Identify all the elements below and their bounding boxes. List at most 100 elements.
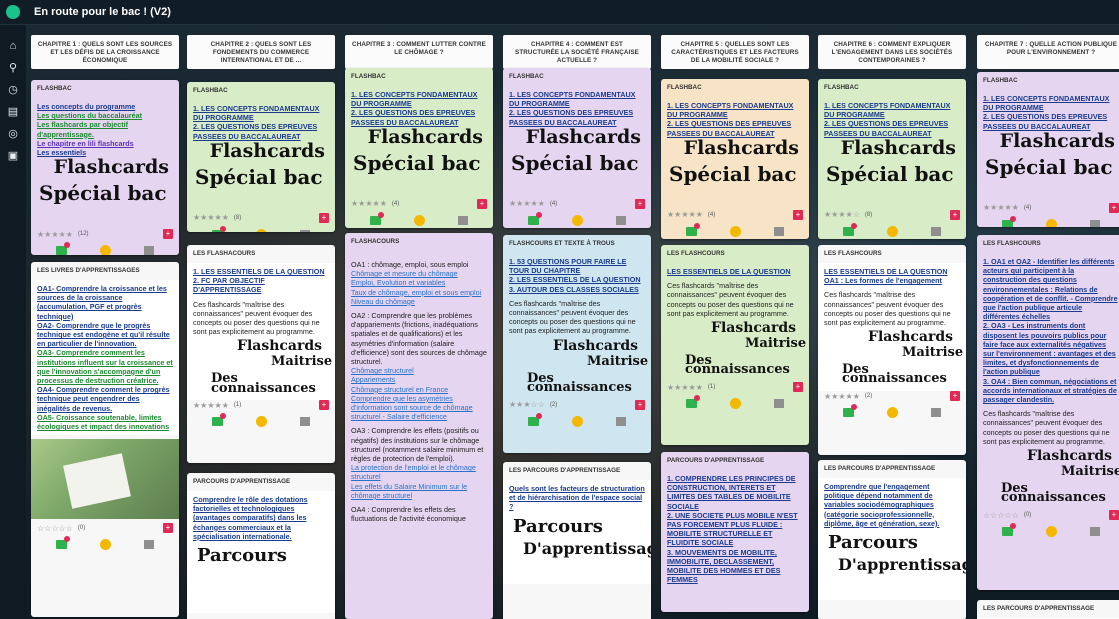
column-header[interactable]: Chapitre 6 : Comment expliquer l'engagem… — [818, 35, 966, 69]
card-link[interactable]: 2. LES ESSENTIELS DE LA QUESTION — [509, 275, 645, 284]
rating[interactable]: ★★★★★ (8) + — [187, 212, 335, 223]
rating[interactable]: ★★★☆☆ (2) + — [503, 399, 651, 410]
rating[interactable]: ★★★★★ (1) + — [187, 400, 335, 411]
card-link[interactable]: La protection de l'emploi et le chômage … — [351, 463, 487, 481]
post-card[interactable]: Flashbac 1. LES CONCEPTS FONDAMENTAUX DU … — [187, 82, 335, 232]
attachment-icon[interactable] — [774, 399, 785, 409]
comment-icon[interactable] — [211, 225, 226, 232]
reaction-icon[interactable] — [99, 539, 111, 551]
comment-icon[interactable] — [842, 404, 857, 418]
reaction-icon[interactable] — [1045, 218, 1057, 227]
attachment-icon[interactable] — [616, 416, 627, 426]
card-link[interactable]: Les effets du Salaire Minimum sur le chô… — [351, 482, 487, 500]
column-header[interactable]: Chapitre 7 : Quelle action publique pour… — [977, 35, 1119, 69]
card-link[interactable]: Niveau du chômage — [351, 297, 487, 306]
card-link[interactable]: Comprendre que l'engagement politique dé… — [824, 482, 960, 528]
card-link[interactable]: Les questions du baccalauréat — [37, 111, 173, 120]
attachment-icon[interactable] — [458, 215, 469, 225]
card-link[interactable]: OA1- Comprendre la croissance et les sou… — [37, 284, 173, 321]
post-card[interactable]: Flashbac 1. LES CONCEPTS FONDAMENTAUX DU … — [818, 79, 966, 239]
attachment-icon[interactable] — [931, 408, 942, 418]
rating-stars[interactable]: ★★★★★ — [193, 213, 229, 222]
rating[interactable]: ☆☆☆☆☆ (0) + — [977, 510, 1119, 521]
attachment-icon[interactable] — [616, 215, 627, 225]
rating[interactable]: ★★★★★ (4) + — [661, 209, 809, 220]
reaction-icon[interactable] — [729, 225, 741, 237]
add-reaction-button[interactable]: + — [163, 229, 173, 240]
card-link[interactable]: 1. LES CONCEPTS FONDAMENTAUX DU PROGRAMM… — [193, 104, 329, 122]
comment-icon[interactable] — [685, 395, 700, 409]
home-icon[interactable]: ⌂ — [6, 39, 20, 53]
reaction-icon[interactable] — [1045, 526, 1057, 538]
reaction-icon[interactable] — [729, 398, 741, 410]
rating-stars[interactable]: ★★★★★ — [667, 383, 703, 392]
reaction-icon[interactable] — [571, 214, 583, 226]
rating-stars[interactable]: ★★★★★ — [351, 199, 387, 208]
attachment-icon[interactable] — [144, 246, 155, 255]
comment-icon[interactable] — [211, 413, 226, 427]
card-link[interactable]: OA5- Croissance soutenable, limites écol… — [37, 413, 173, 431]
card-link[interactable]: Quels sont les facteurs de structuration… — [509, 484, 645, 512]
column-header[interactable]: Chapitre 1 : Quels sont les sources et l… — [31, 35, 179, 69]
rating-stars[interactable]: ★★★★★ — [824, 392, 860, 401]
add-reaction-button[interactable]: + — [319, 400, 329, 411]
card-link[interactable]: 1. OA1 et OA2 - Identifier les différent… — [983, 257, 1119, 321]
post-card[interactable]: Flashbac 1. LES CONCEPTS FONDAMENTAUX DU … — [345, 68, 493, 228]
attachment-icon[interactable] — [300, 417, 311, 427]
comment-icon[interactable] — [55, 242, 70, 255]
card-link[interactable]: OA2- Comprendre que le progrès technique… — [37, 321, 173, 349]
attachment-icon[interactable] — [774, 226, 785, 236]
attachment-icon[interactable] — [144, 540, 155, 550]
card-link[interactable]: 1. LES CONCEPTS FONDAMENTAUX DU PROGRAMM… — [351, 90, 487, 108]
attachment-icon[interactable] — [300, 229, 311, 232]
post-card[interactable]: Flashacours OA1 : chômage, emploi, sous e… — [345, 233, 493, 619]
rating-stars[interactable]: ☆☆☆☆☆ — [983, 511, 1019, 520]
card-link[interactable]: Emploi, Evolution et variables — [351, 278, 487, 287]
add-reaction-button[interactable]: + — [163, 523, 173, 534]
column-header[interactable]: Chapitre 5 : Quelles sont les caractéris… — [661, 35, 809, 69]
rating[interactable]: ★★★★★ (2) + — [818, 391, 966, 402]
app-logo-icon[interactable] — [6, 5, 20, 19]
card-link[interactable]: OA4- Comprendre comment le progrès techn… — [37, 385, 173, 413]
add-reaction-button[interactable]: + — [319, 212, 329, 223]
add-reaction-button[interactable]: + — [793, 209, 803, 220]
rating-stars[interactable]: ★★★★★ — [509, 199, 545, 208]
globe-icon[interactable]: ◎ — [6, 127, 20, 141]
card-link[interactable]: LES ESSENTIELS DE LA QUESTION — [667, 267, 803, 276]
post-card[interactable]: Les livres d'apprentissages OA1- Comprend… — [31, 262, 179, 617]
comment-icon[interactable] — [1001, 523, 1016, 537]
rating-stars[interactable]: ★★★★★ — [37, 230, 73, 239]
rating[interactable]: ★★★★☆ (8) + — [818, 209, 966, 220]
add-reaction-button[interactable]: + — [793, 382, 803, 393]
card-link[interactable]: 2. UNE SOCIETE PLUS MOBILE N'EST PAS FOR… — [667, 511, 803, 548]
card-link[interactable]: Comprendre le rôle des dotations factori… — [193, 495, 329, 541]
post-card[interactable]: Les parcours d'apprentissage Quels sont l… — [503, 462, 651, 619]
card-link[interactable]: 1. LES CONCEPTS FONDAMENTAUX DU PROGRAMM… — [509, 90, 645, 108]
card-link[interactable]: 1. COMPRENDRE LES PRINCIPES DE CONSTRUCT… — [667, 474, 803, 511]
rating[interactable]: ★★★★★ (1) + — [661, 382, 809, 393]
card-link[interactable]: Les flashcards par objectif d'apprentiss… — [37, 120, 173, 138]
card-link[interactable]: OA1 : Les formes de l'engagement — [824, 276, 960, 285]
add-reaction-button[interactable]: + — [1109, 202, 1119, 213]
card-link[interactable]: Chômage structurel — [351, 366, 487, 375]
reaction-icon[interactable] — [99, 245, 111, 255]
reaction-icon[interactable] — [886, 407, 898, 419]
chat-icon[interactable]: ▤ — [6, 105, 20, 119]
card-link[interactable]: Appariements — [351, 375, 487, 384]
card-link[interactable]: 2. LES QUESTIONS DES EPREUVES PASSEES DU… — [509, 108, 645, 126]
add-reaction-button[interactable]: + — [635, 198, 645, 209]
post-card[interactable]: Flashbac 1. LES CONCEPTS FONDAMENTAUX DU … — [503, 68, 651, 228]
rating-stars[interactable]: ★★★★★ — [193, 401, 229, 410]
rating[interactable]: ☆☆☆☆☆ (0) + — [31, 523, 179, 534]
card-link[interactable]: 3. MOUVEMENTS DE MOBILITE, IMMOBILITE, D… — [667, 548, 803, 585]
add-reaction-button[interactable]: + — [477, 198, 487, 209]
reaction-icon[interactable] — [255, 416, 267, 428]
add-reaction-button[interactable]: + — [950, 209, 960, 220]
column-header[interactable]: Chapitre 2 : Quels sont les fondements d… — [187, 35, 335, 69]
card-link[interactable]: OA3- Comprendre comment les institutions… — [37, 348, 173, 385]
post-card[interactable]: Flashcours et texte à trous 1. 53 QUESTIO… — [503, 235, 651, 453]
card-link[interactable]: 2. FC PAR OBJECTIF D'APPRENTISSAGE — [193, 276, 329, 294]
add-reaction-button[interactable]: + — [950, 391, 960, 402]
post-card[interactable]: Flashbac Les concepts du programme Les que… — [31, 80, 179, 255]
post-card[interactable]: Les flashcours LES ESSENTIELS DE LA QUEST… — [661, 245, 809, 445]
